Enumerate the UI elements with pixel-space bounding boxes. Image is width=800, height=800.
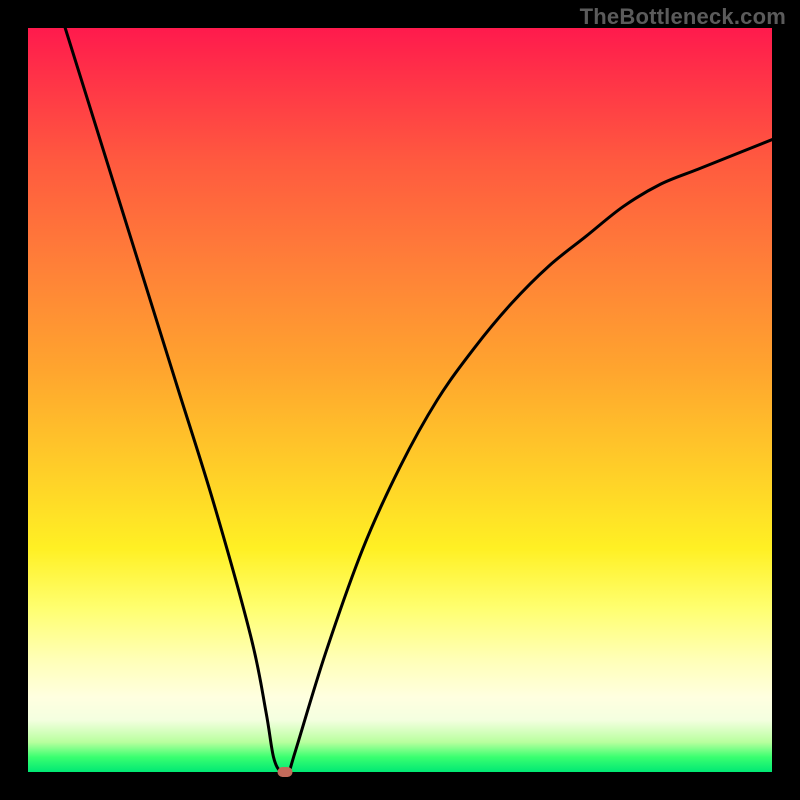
watermark-text: TheBottleneck.com: [580, 4, 786, 30]
plot-area: [28, 28, 772, 772]
min-marker: [277, 767, 292, 777]
chart-curve-svg: [28, 28, 772, 772]
chart-frame: TheBottleneck.com: [0, 0, 800, 800]
bottleneck-curve: [65, 28, 772, 772]
